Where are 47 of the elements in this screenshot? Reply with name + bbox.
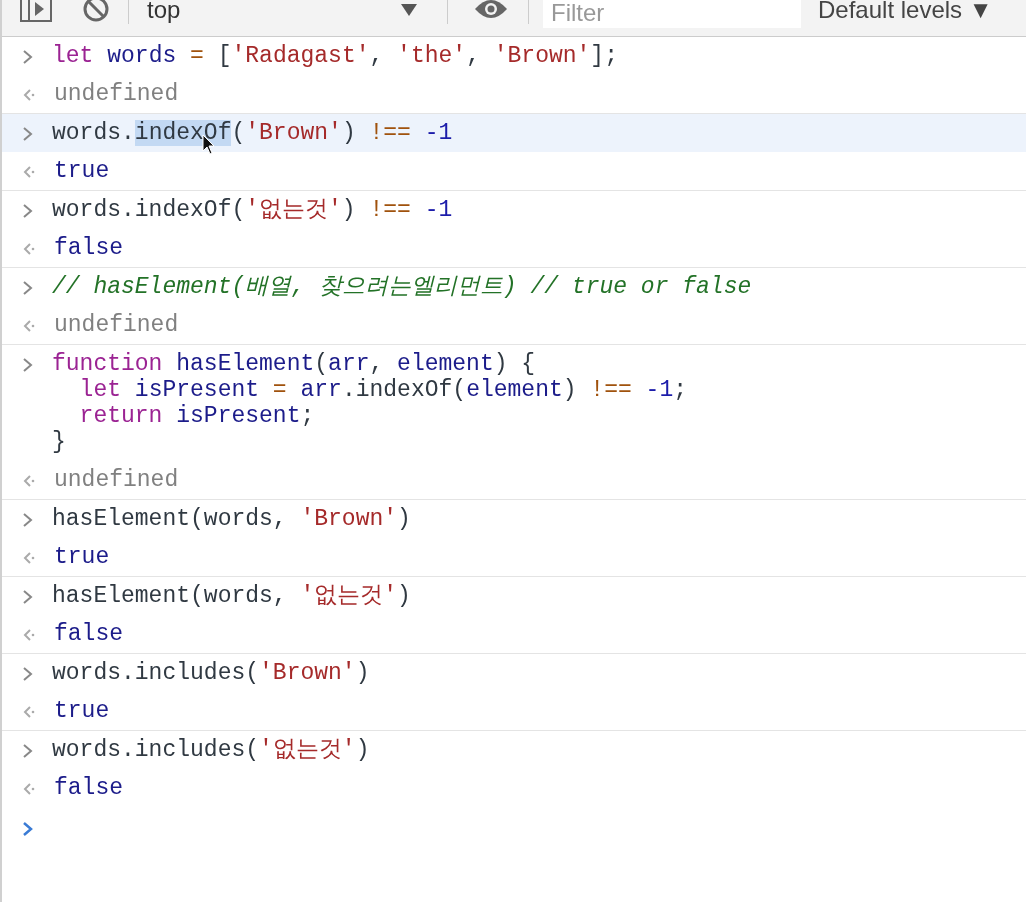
result-arrow-icon: [22, 474, 36, 488]
eye-icon[interactable]: [474, 0, 508, 20]
input-chevron-icon: [22, 203, 34, 219]
code-line: words.includes('Brown'): [52, 660, 370, 686]
input-chevron-icon: [22, 49, 34, 65]
input-chevron-icon: [22, 512, 34, 528]
code-line: // hasElement(배열, 찾으려는엘리먼트) // true or false: [52, 274, 752, 300]
result-value: false: [54, 235, 123, 261]
result-arrow-icon: [22, 782, 36, 796]
code-line: hasElement(words, '없는것'): [52, 583, 411, 609]
code-line: function hasElement(arr, element) {: [52, 351, 537, 377]
clear-console-icon[interactable]: [82, 0, 110, 23]
result-arrow-icon: [22, 705, 36, 719]
code-line: let words = ['Radagast', 'the', 'Brown'];: [52, 43, 618, 69]
result-value: false: [54, 775, 123, 801]
result-value: false: [54, 621, 123, 647]
result-value: true: [54, 698, 110, 724]
result-value: true: [54, 158, 110, 184]
caret-icon: [401, 4, 417, 16]
result-arrow-icon: [22, 551, 36, 565]
code-line: }: [52, 429, 67, 455]
result-value: undefined: [54, 467, 179, 493]
sidebar-toggle-icon[interactable]: [20, 0, 52, 22]
input-chevron-icon: [22, 126, 34, 142]
code-line: words.indexOf('Brown') !== -1: [52, 120, 453, 146]
context-dropdown[interactable]: top: [147, 0, 417, 28]
result-value: true: [54, 544, 110, 570]
input-chevron-icon: [22, 357, 34, 373]
result-arrow-icon: [22, 319, 36, 333]
input-chevron-icon: [22, 743, 34, 759]
log-levels-dropdown[interactable]: Default levels ▼: [818, 0, 993, 28]
input-chevron-icon: [22, 280, 34, 296]
result-arrow-icon: [22, 628, 36, 642]
result-value: undefined: [54, 312, 179, 338]
code-line: let isPresent = arr.indexOf(element) !== -1;: [78, 377, 687, 403]
code-line: words.indexOf('없는것') !== -1: [52, 197, 453, 223]
code-line: words.includes('없는것'): [52, 737, 370, 763]
filter-field[interactable]: Filter: [543, 0, 801, 28]
result-arrow-icon: [22, 242, 36, 256]
input-chevron-icon: [22, 666, 34, 682]
input-chevron-icon: [22, 589, 34, 605]
code-line: return isPresent;: [78, 403, 316, 429]
result-arrow-icon: [22, 88, 36, 102]
prompt-chevron-icon: [22, 821, 34, 837]
result-arrow-icon: [22, 165, 36, 179]
result-value: undefined: [54, 81, 179, 107]
code-line: hasElement(words, 'Brown'): [52, 506, 411, 532]
